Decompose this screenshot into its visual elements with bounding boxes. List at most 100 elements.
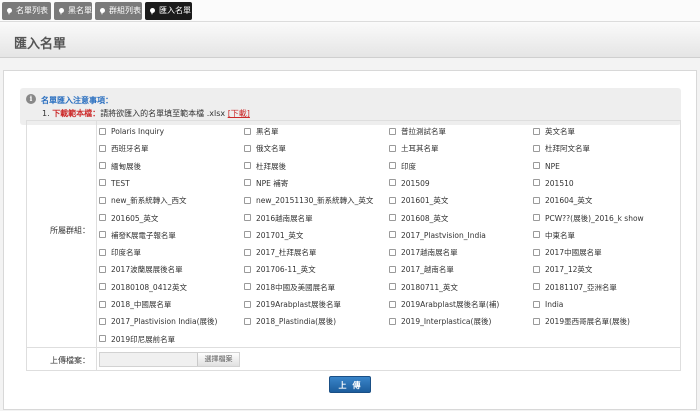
group-checkbox[interactable] xyxy=(389,231,396,239)
group-option[interactable]: 201510 xyxy=(533,178,574,190)
group-option[interactable]: 西班牙名單 xyxy=(99,143,149,155)
group-checkbox[interactable] xyxy=(99,335,106,343)
group-checkbox[interactable] xyxy=(244,127,251,135)
group-option[interactable]: 201608_英文 xyxy=(389,213,448,225)
group-checkbox[interactable] xyxy=(533,248,540,256)
group-option[interactable]: 俄文名單 xyxy=(244,143,286,155)
group-option[interactable]: 2017中國展名單 xyxy=(533,247,602,259)
group-option[interactable]: 2017越南展名單 xyxy=(389,247,458,259)
group-checkbox[interactable] xyxy=(244,196,251,204)
group-checkbox[interactable] xyxy=(533,162,540,170)
download-template-link[interactable]: [下載] xyxy=(228,109,250,118)
group-option[interactable]: 2017_Plastivision India(展後) xyxy=(99,316,217,328)
group-checkbox[interactable] xyxy=(533,265,540,273)
group-option[interactable]: 補發K展電子報名單 xyxy=(99,230,176,242)
group-option[interactable]: NPE xyxy=(533,161,560,173)
group-option[interactable]: TEST xyxy=(99,178,130,190)
group-option[interactable]: 2017_12英文 xyxy=(533,264,592,276)
group-checkbox[interactable] xyxy=(99,214,106,221)
group-option[interactable]: 緬甸展後 xyxy=(99,161,141,173)
group-checkbox[interactable] xyxy=(389,283,396,291)
group-checkbox[interactable] xyxy=(244,265,251,273)
group-option[interactable]: 2016越南展名單 xyxy=(244,213,313,225)
group-checkbox[interactable] xyxy=(533,144,540,152)
group-checkbox[interactable] xyxy=(533,317,540,325)
group-checkbox[interactable] xyxy=(389,179,396,187)
group-checkbox[interactable] xyxy=(389,265,396,273)
group-checkbox[interactable] xyxy=(533,283,540,291)
group-option[interactable]: 2019Arabplast展後名單 xyxy=(244,299,341,311)
tab-blacklist[interactable]: 黑名單 xyxy=(54,2,92,20)
group-option[interactable]: 2017波蘭展展後名單 xyxy=(99,264,183,276)
group-checkbox[interactable] xyxy=(99,231,106,239)
group-checkbox[interactable] xyxy=(533,231,540,239)
group-checkbox[interactable] xyxy=(533,300,540,308)
group-checkbox[interactable] xyxy=(389,317,396,325)
group-checkbox[interactable] xyxy=(244,231,251,239)
group-option[interactable]: 杜拜阿文名單 xyxy=(533,143,590,155)
group-checkbox[interactable] xyxy=(244,300,251,308)
group-option[interactable]: 2019印尼展前名單 xyxy=(99,334,175,346)
group-option[interactable]: PCW??(展後)_2016_k show xyxy=(533,213,644,225)
group-option[interactable]: 2018中國及美國展名單 xyxy=(244,282,335,294)
group-option[interactable]: 201701_英文 xyxy=(244,230,303,242)
group-option[interactable]: India xyxy=(533,299,563,311)
group-checkbox[interactable] xyxy=(99,144,106,152)
group-checkbox[interactable] xyxy=(389,196,396,204)
group-option[interactable]: 201604_英文 xyxy=(533,195,592,207)
group-option[interactable]: 普拉測試名單 xyxy=(389,126,446,138)
group-option[interactable]: NPE 補寄 xyxy=(244,178,288,190)
group-checkbox[interactable] xyxy=(389,248,396,256)
group-checkbox[interactable] xyxy=(244,179,251,187)
group-option[interactable]: 201706-11_英文 xyxy=(244,264,316,276)
group-option[interactable]: 2018_Plastindia(展後) xyxy=(244,316,336,328)
group-option[interactable]: 201509 xyxy=(389,178,430,190)
group-checkbox[interactable] xyxy=(533,214,540,221)
group-checkbox[interactable] xyxy=(99,196,106,204)
group-option[interactable]: 2017_Plastvision_India xyxy=(389,230,486,242)
group-checkbox[interactable] xyxy=(99,179,106,187)
group-checkbox[interactable] xyxy=(389,127,396,135)
group-option[interactable]: 20180711_英文 xyxy=(389,282,458,294)
group-checkbox[interactable] xyxy=(99,248,106,256)
group-option[interactable]: new_新系統轉入_西文 xyxy=(99,195,187,207)
group-checkbox[interactable] xyxy=(99,317,106,325)
group-option[interactable]: 20180108_0412英文 xyxy=(99,282,187,294)
group-checkbox[interactable] xyxy=(244,214,251,221)
tab-groups[interactable]: 群組列表 xyxy=(95,2,142,20)
group-checkbox[interactable] xyxy=(389,144,396,152)
group-option[interactable]: 杜拜展後 xyxy=(244,161,286,173)
group-option[interactable]: 黑名單 xyxy=(244,126,279,138)
group-option[interactable]: 英文名單 xyxy=(533,126,575,138)
group-option[interactable]: 土耳其名單 xyxy=(389,143,439,155)
group-option[interactable]: 2017_越南名單 xyxy=(389,264,454,276)
group-checkbox[interactable] xyxy=(533,179,540,187)
group-option[interactable]: 2019墨西哥展名單(展後) xyxy=(533,316,630,328)
group-checkbox[interactable] xyxy=(99,283,106,291)
group-checkbox[interactable] xyxy=(244,144,251,152)
choose-file-button[interactable]: 選擇檔案 xyxy=(197,353,239,366)
group-checkbox[interactable] xyxy=(244,317,251,325)
group-checkbox[interactable] xyxy=(99,265,106,273)
group-checkbox[interactable] xyxy=(389,214,396,221)
group-option[interactable]: 2019_Interplastica(展後) xyxy=(389,316,491,328)
group-checkbox[interactable] xyxy=(244,162,251,170)
group-checkbox[interactable] xyxy=(244,248,251,256)
group-option[interactable]: 2017_杜拜展名單 xyxy=(244,247,316,259)
upload-button[interactable]: 上傳 xyxy=(329,376,371,393)
file-input[interactable]: 選擇檔案 xyxy=(99,352,240,367)
group-option[interactable]: new_20151130_新系統轉入_英文 xyxy=(244,195,373,207)
group-checkbox[interactable] xyxy=(99,162,106,170)
group-checkbox[interactable] xyxy=(99,127,106,135)
group-option[interactable]: 2019Arabplast展後名單(補) xyxy=(389,299,499,311)
group-checkbox[interactable] xyxy=(389,300,396,308)
group-option[interactable]: 中東名單 xyxy=(533,230,575,242)
group-checkbox[interactable] xyxy=(533,127,540,135)
group-option[interactable]: Polaris Inquiry xyxy=(99,126,164,138)
group-option[interactable]: 2018_中國展名單 xyxy=(99,299,171,311)
group-option[interactable]: 印度 xyxy=(389,161,416,173)
group-checkbox[interactable] xyxy=(533,196,540,204)
group-option[interactable]: 201601_英文 xyxy=(389,195,448,207)
group-option[interactable]: 印度名單 xyxy=(99,247,141,259)
tab-import[interactable]: 匯入名單 xyxy=(145,2,192,20)
